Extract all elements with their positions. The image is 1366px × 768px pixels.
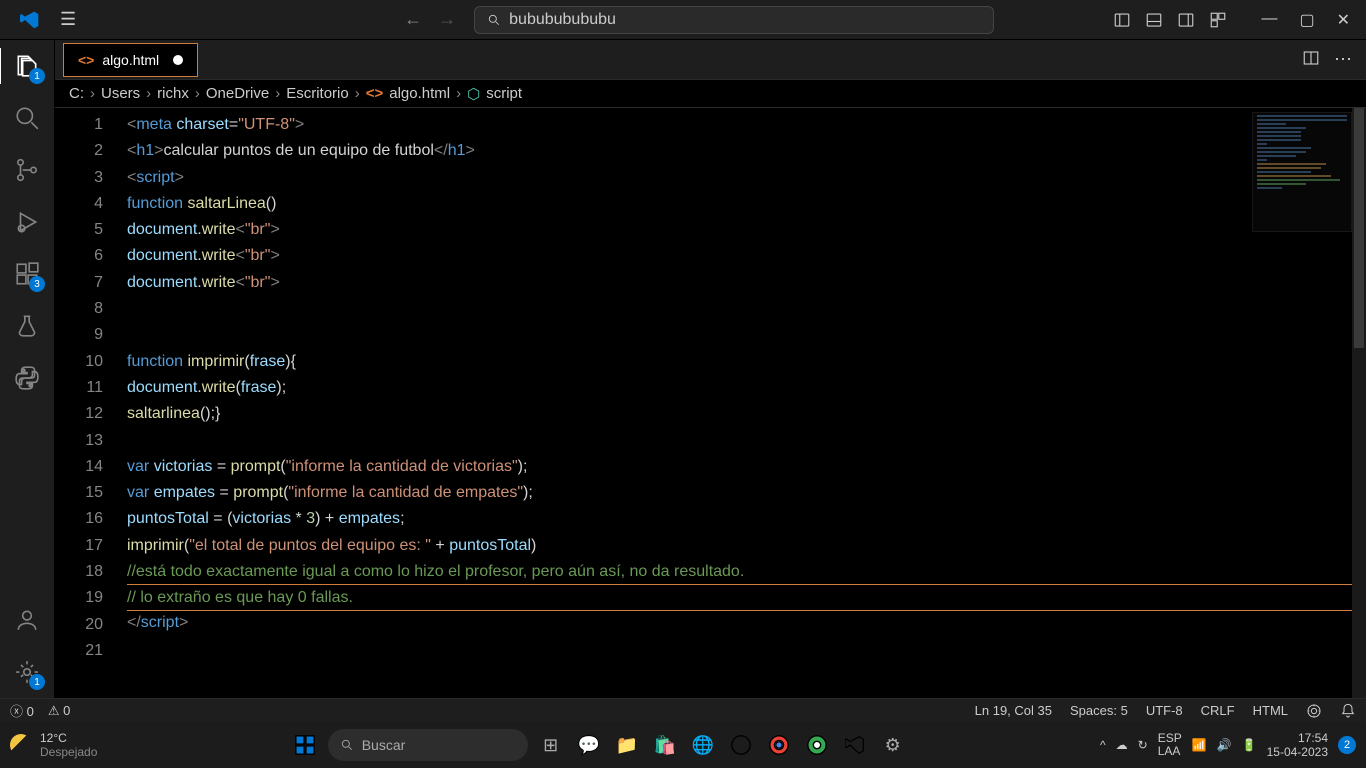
layout-sidebar-right-icon[interactable] [1177, 11, 1195, 29]
explorer-icon[interactable]: 1 [13, 52, 41, 80]
command-center[interactable]: bubububububu [474, 6, 994, 34]
nav-forward-icon[interactable]: → [438, 9, 456, 30]
notifications-icon[interactable] [1340, 703, 1356, 719]
warnings-indicator[interactable]: ⚠ 0 [48, 703, 71, 719]
script-symbol-icon: ⬡ [467, 85, 480, 103]
file-explorer-icon[interactable]: 📁 [612, 730, 642, 760]
search-activitybar-icon[interactable] [13, 104, 41, 132]
code-content[interactable]: <meta charset="UTF-8"><h1>calcular punto… [127, 108, 1366, 698]
source-control-icon[interactable] [13, 156, 41, 184]
ms-store-icon[interactable]: 🛍️ [650, 730, 680, 760]
settings-badge: 1 [29, 674, 45, 690]
onedrive-icon[interactable]: ☁ [1116, 738, 1128, 752]
menu-icon[interactable]: ☰ [60, 9, 76, 30]
maximize-icon[interactable]: ▢ [1299, 10, 1314, 30]
titlebar: ☰ ← → bubububububu ― ▢ ✕ [0, 0, 1366, 40]
moon-icon [10, 734, 32, 756]
customize-layout-icon[interactable] [1209, 11, 1227, 29]
html-file-icon: <> [366, 85, 384, 102]
notification-badge[interactable]: 2 [1338, 736, 1356, 754]
tab-algo-html[interactable]: <> algo.html [63, 43, 198, 77]
tab-filename: algo.html [102, 52, 159, 68]
windows-update-icon[interactable]: ↻ [1138, 738, 1148, 752]
search-icon [487, 13, 501, 27]
statusbar: ⓧ 0 ⚠ 0 Ln 19, Col 35 Spaces: 5 UTF-8 CR… [0, 698, 1366, 722]
run-debug-icon[interactable] [13, 208, 41, 236]
more-actions-icon[interactable]: ⋯ [1334, 49, 1352, 70]
nav-back-icon[interactable]: ← [404, 9, 422, 30]
encoding[interactable]: UTF-8 [1146, 703, 1183, 718]
vscode-icon [20, 10, 40, 30]
explorer-badge: 1 [29, 68, 45, 84]
testing-icon[interactable] [13, 312, 41, 340]
battery-icon[interactable]: 🔋 [1242, 738, 1257, 752]
chrome-icon[interactable] [764, 730, 794, 760]
task-view-icon[interactable]: ⊞ [536, 730, 566, 760]
html-file-icon: <> [78, 52, 94, 68]
windows-taskbar: 12°CDespejado Buscar ⊞ 💬 📁 🛍️ 🌐 ⚙ ^ ☁ ↻ … [0, 722, 1366, 768]
edge-icon[interactable] [726, 730, 756, 760]
tray-chevron-icon[interactable]: ^ [1100, 738, 1106, 752]
accounts-icon[interactable] [13, 606, 41, 634]
python-icon[interactable] [13, 364, 41, 392]
search-text: bubububububu [509, 11, 616, 29]
settings-app-icon[interactable]: ⚙ [878, 730, 908, 760]
cursor-position[interactable]: Ln 19, Col 35 [975, 703, 1052, 718]
editor[interactable]: 123456789101112131415161718192021 <meta … [55, 108, 1366, 698]
volume-icon[interactable]: 🔊 [1217, 738, 1232, 752]
extensions-badge: 3 [29, 276, 45, 292]
minimize-icon[interactable]: ― [1261, 10, 1277, 30]
layout-panel-icon[interactable] [1145, 11, 1163, 29]
unsaved-indicator-icon [173, 55, 183, 65]
breadcrumb-item[interactable]: algo.html [389, 85, 450, 102]
feedback-icon[interactable] [1306, 703, 1322, 719]
vscode-taskbar-icon[interactable] [840, 730, 870, 760]
breadcrumb-item[interactable]: script [486, 85, 522, 102]
chat-app-icon[interactable]: 💬 [574, 730, 604, 760]
vertical-scrollbar[interactable] [1352, 108, 1366, 698]
split-editor-icon[interactable] [1302, 49, 1320, 67]
breadcrumb-item[interactable]: Users [101, 85, 140, 102]
errors-indicator[interactable]: ⓧ 0 [10, 701, 34, 720]
breadcrumb-item[interactable]: richx [157, 85, 189, 102]
wifi-icon[interactable]: 📶 [1192, 738, 1207, 752]
search-icon [340, 738, 354, 752]
close-icon[interactable]: ✕ [1337, 10, 1350, 30]
layout-sidebar-left-icon[interactable] [1113, 11, 1131, 29]
language-mode[interactable]: HTML [1253, 703, 1288, 718]
breadcrumb-item[interactable]: OneDrive [206, 85, 269, 102]
clock[interactable]: 17:5415-04-2023 [1267, 731, 1328, 760]
extensions-icon[interactable]: 3 [13, 260, 41, 288]
line-gutter: 123456789101112131415161718192021 [55, 108, 127, 698]
eol[interactable]: CRLF [1201, 703, 1235, 718]
browser-icon[interactable]: 🌐 [688, 730, 718, 760]
tabs-row: <> algo.html ⋯ [55, 40, 1366, 80]
indentation[interactable]: Spaces: 5 [1070, 703, 1128, 718]
chrome-beta-icon[interactable] [802, 730, 832, 760]
settings-gear-icon[interactable]: 1 [13, 658, 41, 686]
breadcrumb-item[interactable]: C: [69, 85, 84, 102]
minimap[interactable] [1252, 112, 1352, 232]
breadcrumb-item[interactable]: Escritorio [286, 85, 349, 102]
weather-widget[interactable]: 12°CDespejado [10, 731, 97, 760]
language-indicator[interactable]: ESPLAA [1158, 732, 1182, 758]
breadcrumbs[interactable]: C:› Users› richx› OneDrive› Escritorio› … [55, 80, 1366, 108]
taskbar-search[interactable]: Buscar [328, 729, 528, 761]
start-button[interactable] [290, 730, 320, 760]
activity-bar: 1 3 1 [0, 40, 55, 698]
